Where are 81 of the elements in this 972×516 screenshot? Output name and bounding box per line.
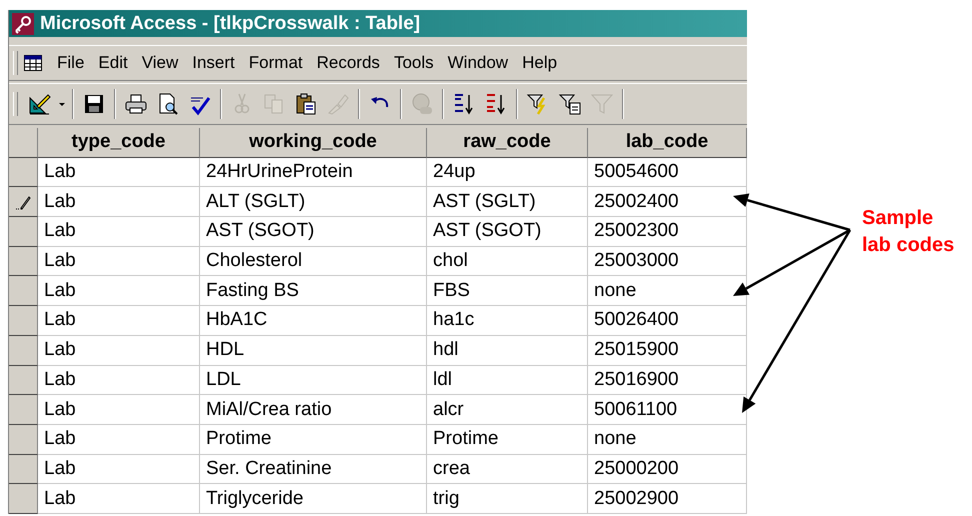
ruler-pencil-icon[interactable] [28, 92, 52, 116]
table-cell: HbA1C [200, 306, 427, 336]
table-cell: FBS [427, 276, 588, 306]
column-header[interactable]: raw_code [427, 128, 588, 158]
table-cell: AST (SGOT) [200, 217, 427, 247]
table-cell: 50026400 [588, 306, 747, 336]
table-cell: Lab [38, 217, 200, 247]
table-cell: AST (SGLT) [427, 187, 588, 218]
table-cell: Lab [38, 187, 200, 218]
table-cell: hdl [427, 336, 588, 366]
row-selector[interactable] [9, 158, 38, 188]
menu-item[interactable]: Format [242, 53, 310, 73]
table-cell: Lab [38, 306, 200, 336]
column-header[interactable]: lab_code [588, 128, 747, 158]
table-cell: Triglyceride [200, 484, 427, 514]
table-cell: Lab [38, 454, 200, 484]
row-selector[interactable] [9, 454, 38, 484]
save-icon[interactable] [82, 92, 106, 116]
table-cell: 24up [427, 158, 588, 188]
table-cell: Lab [38, 484, 200, 514]
table-cell: 24HrUrineProtein [200, 158, 427, 188]
row-selector[interactable] [9, 246, 38, 276]
menu-item[interactable]: Help [515, 53, 564, 73]
table-cell: ha1c [427, 306, 588, 336]
annotation-label: Sample lab codes [862, 206, 956, 258]
paste-icon[interactable] [294, 92, 318, 116]
row-selector[interactable] [9, 336, 38, 366]
row-selector[interactable] [9, 187, 38, 218]
table-cell: Ser. Creatinine [200, 454, 427, 484]
row-selector[interactable] [9, 276, 38, 306]
menu-item[interactable]: Window [440, 53, 516, 73]
menu-item[interactable]: Records [310, 53, 387, 73]
row-selector[interactable] [9, 424, 38, 455]
table-cell: 25002300 [588, 217, 747, 247]
row-selector[interactable] [9, 395, 38, 425]
table-cell: crea [427, 454, 588, 484]
table-cell: 25015900 [588, 336, 747, 366]
table-cell: AST (SGOT) [427, 217, 588, 247]
menu-item[interactable]: Insert [185, 53, 242, 73]
table-cell: Protime [200, 424, 427, 455]
table-cell: Fasting BS [200, 276, 427, 306]
table-cell: alcr [427, 395, 588, 425]
column-header[interactable]: working_code [200, 128, 427, 158]
table-cell: LDL [200, 366, 427, 396]
pencil-icon [15, 194, 31, 210]
table-cell: HDL [200, 336, 427, 366]
menu-item[interactable]: View [134, 53, 186, 73]
select-all-button[interactable] [9, 128, 38, 158]
column-header[interactable]: type_code [38, 128, 200, 158]
menu-item[interactable]: File [50, 53, 92, 73]
window-title: Microsoft Access - [tlkpCrosswalk : Table] [40, 12, 420, 34]
table-cell: MiAl/Crea ratio [200, 395, 427, 425]
table-cell: chol [427, 246, 588, 276]
table-cell: none [588, 424, 747, 455]
row-selector[interactable] [9, 366, 38, 396]
filter-form-icon[interactable] [558, 92, 582, 116]
table-icon[interactable] [24, 55, 42, 71]
table-cell: 25000200 [588, 454, 747, 484]
table-cell: Cholesterol [200, 246, 427, 276]
menu-item[interactable]: Tools [386, 53, 441, 73]
row-selector[interactable] [9, 217, 38, 247]
key-icon [12, 12, 34, 34]
table-cell: Lab [38, 395, 200, 425]
table-cell: Lab [38, 276, 200, 306]
table-cell: Protime [427, 424, 588, 455]
table-cell: 25016900 [588, 366, 747, 396]
menu-item[interactable]: Edit [91, 53, 135, 73]
table-cell: Lab [38, 424, 200, 455]
row-selector[interactable] [9, 306, 38, 336]
table-cell: trig [427, 484, 588, 514]
table-cell: Lab [38, 366, 200, 396]
table-cell: Lab [38, 158, 200, 188]
table-cell: 25002900 [588, 484, 747, 514]
table-cell: Lab [38, 336, 200, 366]
table-cell: ldl [427, 366, 588, 396]
table-cell: Lab [38, 246, 200, 276]
row-selector[interactable] [9, 484, 38, 514]
table-cell: 25003000 [588, 246, 747, 276]
printer-icon[interactable] [124, 92, 148, 116]
table-cell: 50054600 [588, 158, 747, 188]
table-cell: ALT (SGLT) [200, 187, 427, 218]
